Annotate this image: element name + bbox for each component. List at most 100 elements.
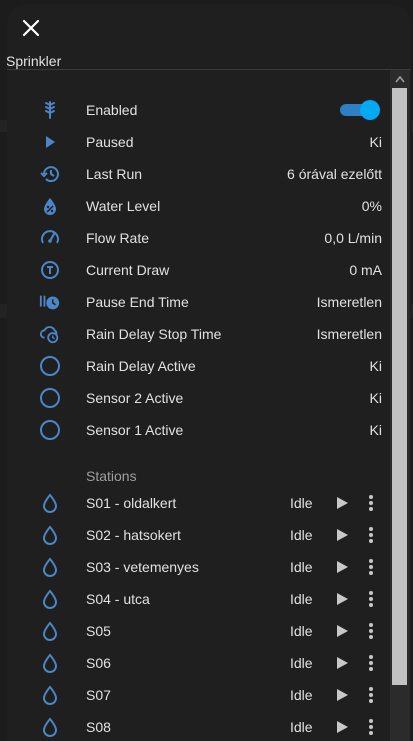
station-row[interactable]: S06 Idle [7,647,392,679]
entity-value: Ismeretlen [316,294,382,310]
station-row[interactable]: S02 - hatsokert Idle [7,519,392,551]
entity-label: Current Draw [86,262,170,278]
station-state: Idle [290,495,313,511]
circle-outline-icon [39,355,61,377]
station-run-button[interactable] [332,525,352,545]
play-icon [337,497,348,509]
station-row[interactable]: S01 - oldalkert Idle [7,487,392,519]
station-menu-button[interactable] [361,557,381,577]
station-run-button[interactable] [332,685,352,705]
circle-outline-icon [39,419,61,441]
cloud-clock-icon [39,323,61,345]
entity-value: Ki [369,358,382,374]
station-menu-button[interactable] [361,653,381,673]
station-run-button[interactable] [332,621,352,641]
station-name: S05 [86,623,111,639]
station-state: Idle [290,527,313,543]
station-run-button[interactable] [332,557,352,577]
water-drop-icon [39,556,61,578]
station-name: S01 - oldalkert [86,495,177,511]
close-button[interactable] [19,16,43,40]
entity-row-rain-delay-stop-time[interactable]: Rain Delay Stop Time Ismeretlen [7,318,392,350]
entity-row-pause-end-time[interactable]: Pause End Time Ismeretlen [7,286,392,318]
station-row[interactable]: S03 - vetemenyes Idle [7,551,392,583]
water-drop-icon [39,588,61,610]
entity-label: Rain Delay Stop Time [86,326,222,342]
water-drop-icon [39,524,61,546]
entity-label: Sensor 2 Active [86,390,184,406]
current-meter-icon [39,259,61,281]
water-drop-icon [39,492,61,514]
play-icon [337,721,348,733]
entity-row-paused[interactable]: Paused Ki [7,126,392,158]
gauge-icon [39,227,61,249]
entity-value: 6 órával ezelőtt [287,166,382,182]
station-state: Idle [290,719,313,735]
play-icon [337,529,348,541]
station-menu-button[interactable] [361,525,381,545]
dots-vertical-icon [369,559,373,575]
station-row[interactable]: S05 Idle [7,615,392,647]
station-row[interactable]: S04 - utca Idle [7,583,392,615]
stations-section-title: Stations [86,468,137,484]
entity-row-rain-delay-active[interactable]: Rain Delay Active Ki [7,350,392,382]
scroll-up-button[interactable] [392,72,407,86]
station-state: Idle [290,559,313,575]
entity-label: Pause End Time [86,294,189,310]
dots-vertical-icon [369,655,373,671]
entity-label: Rain Delay Active [86,358,196,374]
station-menu-button[interactable] [361,589,381,609]
entity-row-sensor-2-active[interactable]: Sensor 2 Active Ki [7,382,392,414]
station-menu-button[interactable] [361,493,381,513]
dots-vertical-icon [369,527,373,543]
station-run-button[interactable] [332,493,352,513]
water-drop-icon [39,716,61,738]
station-row[interactable]: S08 Idle [7,711,392,741]
station-name: S08 [86,719,111,735]
play-icon [337,593,348,605]
play-icon [337,561,348,573]
entity-row-current-draw[interactable]: Current Draw 0 mA [7,254,392,286]
station-menu-button[interactable] [361,685,381,705]
station-run-button[interactable] [332,589,352,609]
scrollbar-thumb[interactable] [392,88,407,685]
dialog-title: Sprinkler [7,53,62,69]
enabled-toggle[interactable] [340,100,380,120]
toggle-thumb [360,100,380,120]
water-drop-icon [39,652,61,674]
entity-label: Sensor 1 Active [86,422,184,438]
station-state: Idle [290,687,313,703]
play-icon [337,625,348,637]
chevron-up-icon [394,75,405,82]
play-icon [337,689,348,701]
dots-vertical-icon [369,719,373,735]
more-info-dialog: Sprinkler Enabled Paused Ki Last Run 6 ó… [7,4,411,741]
entity-label: Paused [86,134,134,150]
station-row[interactable]: S07 Idle [7,679,392,711]
station-name: S02 - hatsokert [86,527,181,543]
station-run-button[interactable] [332,717,352,737]
entity-row-water-level[interactable]: Water Level 0% [7,190,392,222]
station-run-button[interactable] [332,653,352,673]
water-drop-icon [39,620,61,642]
entity-value: 0,0 L/min [324,230,382,246]
station-menu-button[interactable] [361,717,381,737]
station-state: Idle [290,655,313,671]
dots-vertical-icon [369,623,373,639]
dialog-content: Enabled Paused Ki Last Run 6 órával ezel… [7,70,411,741]
play-icon [337,657,348,669]
entity-row-last-run[interactable]: Last Run 6 órával ezelőtt [7,158,392,190]
entity-value: 0% [361,198,382,214]
station-name: S07 [86,687,111,703]
sprinkler-icon [39,99,61,121]
entity-value: Ki [369,422,382,438]
entity-row-sensor-1-active[interactable]: Sensor 1 Active Ki [7,414,392,446]
entity-value: Ismeretlen [316,326,382,342]
entity-row-flow-rate[interactable]: Flow Rate 0,0 L/min [7,222,392,254]
close-icon [22,19,40,37]
station-menu-button[interactable] [361,621,381,641]
entity-value: 0 mA [349,262,382,278]
water-drop-icon [39,684,61,706]
dots-vertical-icon [369,687,373,703]
station-state: Idle [290,623,313,639]
